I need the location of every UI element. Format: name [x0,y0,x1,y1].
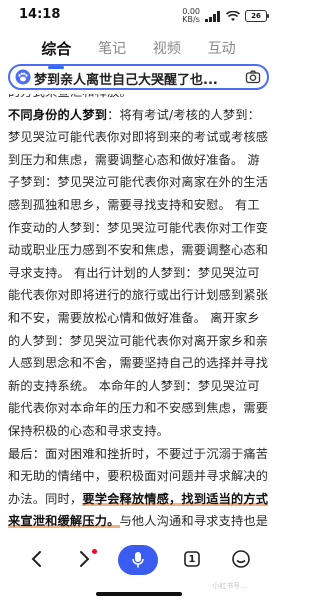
paragraph-text: ：将有考试/考核的人梦到：梦见哭泣可能代表你对即将到来的考试或考核感到压力和焦虑… [8,107,269,438]
back-icon [31,551,41,567]
clock: 14:18 [19,7,61,22]
notification-dot [92,549,97,554]
tab-notes[interactable]: 笔记 [98,34,126,64]
tab-general[interactable]: 综合 [41,34,71,69]
answer-content: 的方式来宣泄和释放。 不同身份的人梦到：将有考试/考核的人梦到：梦见哭泣可能代表… [8,94,269,534]
search-query[interactable]: 梦到亲人离世自己大哭醒了也... [34,69,234,88]
tab-video[interactable]: 视频 [153,34,181,64]
back-button[interactable] [24,547,48,571]
net-speed-unit: KB/s [182,15,200,24]
section-heading: 不同身份的人梦到 [8,107,108,122]
tab-interact[interactable]: 互动 [208,34,236,64]
paragraph-identities: 不同身份的人梦到：将有考试/考核的人梦到：梦见哭泣可能代表你对即将到来的考试或考… [8,104,269,443]
status-icons: 0.00 KB/s 26 [182,8,269,24]
menu-face-icon [232,550,250,568]
partial-line: 的方式来宣泄和释放。 [8,94,269,104]
paw-icon [15,69,31,85]
search-tabs: 综合 笔记 视频 互动 [0,34,277,69]
forward-icon [80,551,90,567]
page-count: 1 [188,553,196,565]
paragraph-conclusion: 最后：面对困难和挫折时，不要过于沉溺于痛苦和无助的情绪中，要积极面对问题并寻求解… [8,443,269,535]
signal-icon [205,10,220,22]
menu-button[interactable] [229,547,253,571]
wifi-icon [226,10,240,21]
voice-button[interactable] [118,545,158,575]
mic-icon [132,552,144,568]
net-speed: 0.00 KB/s [182,8,200,24]
bottom-nav: 1 小红书号... [0,535,277,600]
battery-icon: 26 [245,10,269,22]
watermark: 小红书号... [212,582,247,590]
home-indicator[interactable] [96,592,182,596]
camera-search-icon[interactable] [245,69,261,85]
search-bar[interactable]: 梦到亲人离世自己大哭醒了也... [8,64,269,90]
status-bar: 14:18 0.00 KB/s 26 [0,0,277,30]
pages-button[interactable]: 1 [180,547,204,571]
